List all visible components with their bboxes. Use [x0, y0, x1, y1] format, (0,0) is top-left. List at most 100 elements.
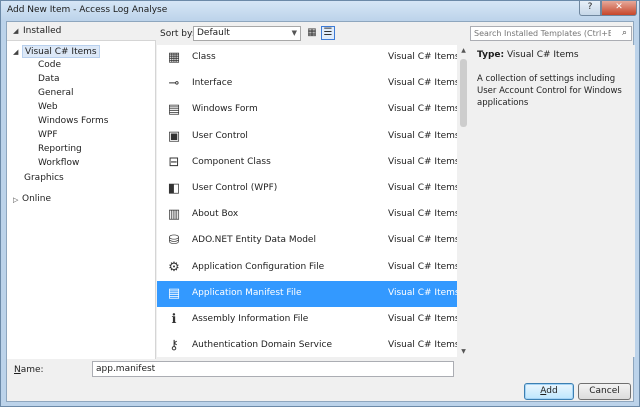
sort-by-dropdown[interactable]: Default ▼ [193, 26, 301, 41]
scrollbar-thumb[interactable] [460, 59, 467, 127]
type-value: Visual C# Items [506, 50, 579, 60]
template-language: Visual C# Items [388, 340, 457, 351]
tree-item-reporting[interactable]: Reporting [38, 143, 82, 156]
template-language: Visual C# Items [388, 78, 457, 89]
template-list: ▦ Class Visual C# Items ⊸ Interface Visual C#… [157, 45, 457, 357]
template-language: Visual C# Items [388, 156, 457, 167]
template-name: User Control (WPF) [192, 183, 278, 193]
entity-model-icon: ⛁ [168, 233, 180, 249]
manifest-file-icon: ▤ [167, 285, 181, 301]
config-file-icon: ⚙ [168, 259, 180, 275]
template-name: ADO.NET Entity Data Model [192, 235, 316, 246]
template-tree: ◢ Installed ◢ Visual C# Items Code Data Ge… [7, 22, 156, 359]
template-language: Visual C# Items [388, 104, 457, 115]
grid-view-icon: ▦ [307, 27, 317, 38]
template-row[interactable]: ◧ User Control (WPF) Visual C# Items [157, 176, 457, 202]
template-language: Visual C# Items [388, 183, 457, 193]
tree-item-code[interactable]: Code [38, 59, 61, 72]
title-bar[interactable]: Add New Item - Access Log Analyse ? ✕ [1, 1, 639, 21]
template-name: Authentication Domain Service [192, 340, 332, 351]
template-name: Class [192, 52, 216, 62]
template-language: Visual C# Items [388, 261, 457, 272]
template-row[interactable]: ⚙ Application Configuration File Visual C#… [157, 255, 457, 281]
tree-item-visual-csharp[interactable]: Visual C# Items [22, 45, 100, 58]
template-row[interactable]: ▤ Windows Form Visual C# Items [157, 97, 457, 123]
add-new-item-dialog: Add New Item - Access Log Analyse ? ✕ ◢ … [0, 0, 640, 407]
template-row[interactable]: ⊟ Component Class Visual C# Items [157, 150, 457, 176]
name-field[interactable] [92, 361, 454, 377]
assembly-info-icon: ℹ [171, 312, 177, 327]
details-panel: Type: Visual C# Items A collection of se… [471, 45, 635, 357]
expanded-triangle-icon[interactable]: ◢ [13, 48, 18, 56]
template-row[interactable]: ℹ Assembly Information File Visual C# Item… [157, 307, 457, 333]
list-view-icon: ☰ [323, 27, 333, 38]
tree-item-workflow[interactable]: Workflow [38, 157, 79, 170]
template-language: Visual C# Items [388, 130, 457, 141]
scroll-up-icon[interactable]: ▲ [458, 45, 469, 56]
template-row[interactable]: ▣ User Control Visual C# Items [157, 124, 457, 150]
user-control-icon: ▣ [167, 128, 181, 144]
template-list-scrollbar[interactable]: ▲ ▼ [458, 45, 469, 357]
cancel-button[interactable]: Cancel [578, 383, 631, 400]
wpf-user-control-icon: ◧ [167, 181, 181, 196]
sort-by-label: Sort by: [160, 29, 195, 39]
tree-item-data[interactable]: Data [38, 73, 60, 86]
window-title: Add New Item - Access Log Analyse [7, 5, 168, 15]
template-row[interactable]: ⛁ ADO.NET Entity Data Model Visual C# Item… [157, 228, 457, 254]
template-name: User Control [192, 130, 248, 141]
template-language: Visual C# Items [388, 52, 457, 62]
tree-item-wpf[interactable]: WPF [38, 129, 58, 142]
search-box[interactable]: ⌕ [470, 26, 632, 41]
name-label-rest: ame: [20, 365, 44, 375]
class-icon: ▦ [167, 50, 181, 65]
sort-by-value: Default [197, 28, 230, 38]
template-name: Windows Form [192, 104, 258, 115]
about-box-icon: ▥ [167, 207, 181, 223]
template-name: Assembly Information File [192, 314, 309, 324]
type-label: Type: [477, 50, 505, 60]
template-name: Interface [192, 78, 233, 89]
template-row[interactable]: ▥ About Box Visual C# Items [157, 202, 457, 228]
template-language: Visual C# Items [388, 209, 457, 220]
collapsed-triangle-icon[interactable]: ▷ [13, 196, 18, 204]
list-view-button[interactable]: ☰ [321, 26, 335, 40]
dropdown-arrow-icon: ▼ [291, 29, 297, 37]
add-button[interactable]: Add [524, 383, 574, 400]
template-language: Visual C# Items [388, 314, 457, 324]
medium-icons-view-button[interactable]: ▦ [305, 26, 319, 40]
template-name: About Box [192, 209, 239, 220]
tree-item-graphics[interactable]: Graphics [24, 172, 64, 185]
component-class-icon: ⊟ [168, 154, 180, 170]
template-row[interactable]: ▤ Application Manifest File Visual C# Item… [157, 280, 457, 307]
name-input[interactable] [93, 362, 449, 376]
tree-item-online[interactable]: Online [22, 193, 51, 206]
scroll-down-icon[interactable]: ▼ [458, 346, 469, 357]
installed-label: Installed [23, 26, 62, 36]
help-button[interactable]: ? [579, 1, 601, 16]
add-label-rest: dd [546, 386, 558, 396]
template-name: Component Class [192, 156, 271, 167]
installed-header[interactable]: ◢ Installed [7, 22, 156, 41]
template-language: Visual C# Items [388, 287, 457, 298]
template-row[interactable]: ▦ Class Visual C# Items [157, 45, 457, 71]
tree-item-general[interactable]: General [38, 87, 73, 100]
name-label-mnemonic: N [14, 365, 21, 375]
template-name: Application Configuration File [192, 261, 325, 272]
item-description: A collection of settings including User … [477, 74, 622, 108]
interface-icon: ⊸ [168, 76, 180, 92]
template-row[interactable]: ⊸ Interface Visual C# Items [157, 71, 457, 97]
tree-item-web[interactable]: Web [38, 101, 58, 114]
tree-item-windows-forms[interactable]: Windows Forms [38, 115, 108, 128]
domain-service-icon: ⚷ [169, 338, 179, 354]
search-icon[interactable]: ⌕ [622, 27, 627, 40]
expanded-triangle-icon: ◢ [13, 27, 19, 35]
search-input[interactable] [471, 27, 611, 40]
dialog-content: ◢ Installed ◢ Visual C# Items Code Data Ge… [6, 21, 635, 402]
template-row[interactable]: ⚷ Authentication Domain Service Visual C# … [157, 333, 457, 357]
windows-form-icon: ▤ [167, 102, 181, 118]
close-button[interactable]: ✕ [601, 1, 637, 16]
type-row: Type: Visual C# Items [477, 50, 579, 60]
template-name: Application Manifest File [192, 287, 302, 298]
template-language: Visual C# Items [388, 235, 457, 246]
name-label: Name: [14, 365, 44, 375]
